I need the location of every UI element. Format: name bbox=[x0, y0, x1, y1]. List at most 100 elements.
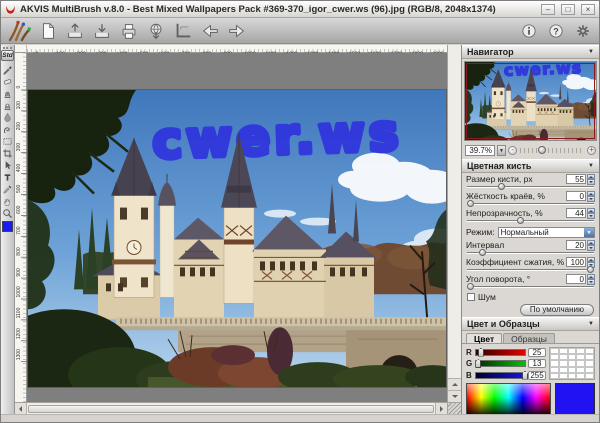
help-button[interactable]: ? bbox=[545, 20, 567, 42]
close-button[interactable]: × bbox=[581, 4, 595, 15]
horizontal-scrollbar[interactable] bbox=[15, 402, 447, 414]
document-image[interactable] bbox=[28, 90, 446, 387]
selected-color-swatch[interactable] bbox=[555, 383, 595, 414]
swatch-cell[interactable] bbox=[585, 373, 594, 379]
color-spectrum-picker[interactable] bbox=[466, 383, 551, 414]
brush-size-slider[interactable] bbox=[467, 184, 594, 190]
brush-tool[interactable] bbox=[1, 63, 14, 75]
print-button[interactable] bbox=[118, 20, 140, 42]
crop-tool[interactable] bbox=[1, 147, 14, 159]
rotation-angle-spinbox[interactable]: 0 bbox=[566, 274, 595, 285]
channel-r-value[interactable]: 25 bbox=[528, 348, 546, 357]
compression-ratio-slider[interactable] bbox=[467, 267, 594, 273]
interval-spinbox[interactable]: 20 bbox=[566, 240, 595, 251]
hscroll-thumb[interactable] bbox=[28, 405, 434, 413]
hand-tool[interactable] bbox=[1, 195, 14, 207]
blur-tool[interactable] bbox=[1, 111, 14, 123]
forward-button[interactable] bbox=[226, 20, 248, 42]
navigator-thumbnail[interactable] bbox=[464, 61, 597, 141]
channel-g-handle[interactable] bbox=[475, 359, 481, 368]
back-button[interactable] bbox=[199, 20, 221, 42]
combo-arrow-icon[interactable]: ▼ bbox=[584, 228, 594, 237]
zoom-in-button[interactable]: + bbox=[587, 146, 596, 155]
opacity-value[interactable]: 44 bbox=[566, 208, 586, 218]
opacity-spinner[interactable] bbox=[587, 208, 595, 219]
rotation-angle-slider[interactable] bbox=[467, 284, 594, 290]
tab-color[interactable]: Цвет bbox=[466, 333, 502, 343]
smudge-tool[interactable] bbox=[1, 123, 14, 135]
text-tool[interactable] bbox=[1, 171, 14, 183]
maximize-button[interactable]: □ bbox=[561, 4, 575, 15]
vertical-scrollbar[interactable] bbox=[447, 45, 461, 402]
zoom-dropdown-button[interactable]: ▼ bbox=[497, 145, 506, 156]
interval-slider-knob[interactable] bbox=[479, 249, 486, 256]
preferences-button[interactable] bbox=[572, 20, 594, 42]
chameleon-brush-tool[interactable] bbox=[1, 99, 14, 111]
channel-g-track[interactable] bbox=[475, 360, 526, 367]
rotation-angle-slider-knob[interactable] bbox=[467, 283, 474, 290]
resize-button[interactable] bbox=[172, 20, 194, 42]
zoom-slider[interactable] bbox=[519, 145, 585, 156]
zoom-value-input[interactable]: 39.7% bbox=[465, 145, 495, 156]
info-button[interactable] bbox=[518, 20, 540, 42]
edge-hardness-value[interactable]: 0 bbox=[566, 191, 586, 201]
swatch-cell[interactable] bbox=[576, 373, 585, 379]
default-button[interactable]: По умолчанию bbox=[520, 304, 594, 316]
toolstrip-grip[interactable] bbox=[3, 47, 12, 49]
channel-g-value[interactable]: 13 bbox=[528, 359, 546, 368]
edge-hardness-slider[interactable] bbox=[467, 201, 594, 207]
brush-panel-header[interactable]: Цветная кисть ▼ bbox=[462, 159, 599, 173]
noise-checkbox[interactable] bbox=[467, 293, 475, 301]
compression-ratio-value[interactable]: 100 bbox=[566, 257, 586, 267]
edge-hardness-spinbox[interactable]: 0 bbox=[566, 191, 595, 202]
brush-size-slider-knob[interactable] bbox=[498, 183, 505, 190]
edge-hardness-spinner[interactable] bbox=[587, 191, 595, 202]
scroll-down-button[interactable] bbox=[448, 390, 461, 402]
interval-spinner[interactable] bbox=[587, 240, 595, 251]
navigator-view-frame[interactable] bbox=[466, 63, 595, 139]
save-button[interactable] bbox=[91, 20, 113, 42]
std-mode-button[interactable]: Std bbox=[1, 50, 14, 61]
scroll-left-button[interactable] bbox=[15, 403, 27, 414]
mode-combobox[interactable]: Нормальный ▼ bbox=[498, 227, 595, 238]
channel-r-track[interactable] bbox=[475, 349, 526, 356]
canvas-viewport[interactable] bbox=[27, 53, 447, 402]
resize-grip[interactable] bbox=[447, 402, 461, 414]
clone-stamp-tool[interactable] bbox=[1, 87, 14, 99]
share-button[interactable] bbox=[145, 20, 167, 42]
opacity-spinbox[interactable]: 44 bbox=[566, 208, 595, 219]
vscroll-track[interactable] bbox=[448, 45, 461, 378]
minimize-button[interactable]: – bbox=[541, 4, 555, 15]
current-color-swatch[interactable] bbox=[2, 221, 13, 232]
eraser-tool[interactable] bbox=[1, 75, 14, 87]
swatch-cell[interactable] bbox=[559, 373, 568, 379]
brush-size-value[interactable]: 55 bbox=[566, 174, 586, 184]
eyedropper-tool[interactable] bbox=[1, 183, 14, 195]
brush-size-spinbox[interactable]: 55 bbox=[566, 174, 595, 185]
swatch-cell[interactable] bbox=[550, 373, 559, 379]
swatch-cell[interactable] bbox=[568, 373, 577, 379]
zoom-out-button[interactable]: - bbox=[508, 146, 517, 155]
rotation-angle-value[interactable]: 0 bbox=[566, 274, 586, 284]
channel-r-handle[interactable] bbox=[478, 348, 484, 357]
scroll-up-button[interactable] bbox=[448, 378, 461, 390]
open-button[interactable] bbox=[64, 20, 86, 42]
brush-size-spinner[interactable] bbox=[587, 174, 595, 185]
tab-swatches[interactable]: Образцы bbox=[503, 333, 555, 343]
new-button[interactable] bbox=[37, 20, 59, 42]
edge-hardness-slider-knob[interactable] bbox=[467, 200, 474, 207]
compression-ratio-slider-knob[interactable] bbox=[587, 266, 594, 273]
color-panel-header[interactable]: Цвет и Образцы ▼ bbox=[462, 317, 599, 331]
zoom-tool[interactable] bbox=[1, 207, 14, 219]
opacity-slider[interactable] bbox=[467, 218, 594, 224]
selection-tool[interactable] bbox=[1, 135, 14, 147]
channel-b-track[interactable] bbox=[475, 372, 526, 379]
rotation-angle-spinner[interactable] bbox=[587, 274, 595, 285]
channel-b-value[interactable]: 255 bbox=[528, 371, 546, 380]
move-tool[interactable] bbox=[1, 159, 14, 171]
opacity-slider-knob[interactable] bbox=[517, 217, 524, 224]
navigator-header[interactable]: Навигатор ▼ bbox=[462, 45, 599, 59]
scroll-right-button[interactable] bbox=[435, 403, 447, 414]
interval-value[interactable]: 20 bbox=[566, 240, 586, 250]
interval-slider[interactable] bbox=[467, 250, 594, 256]
